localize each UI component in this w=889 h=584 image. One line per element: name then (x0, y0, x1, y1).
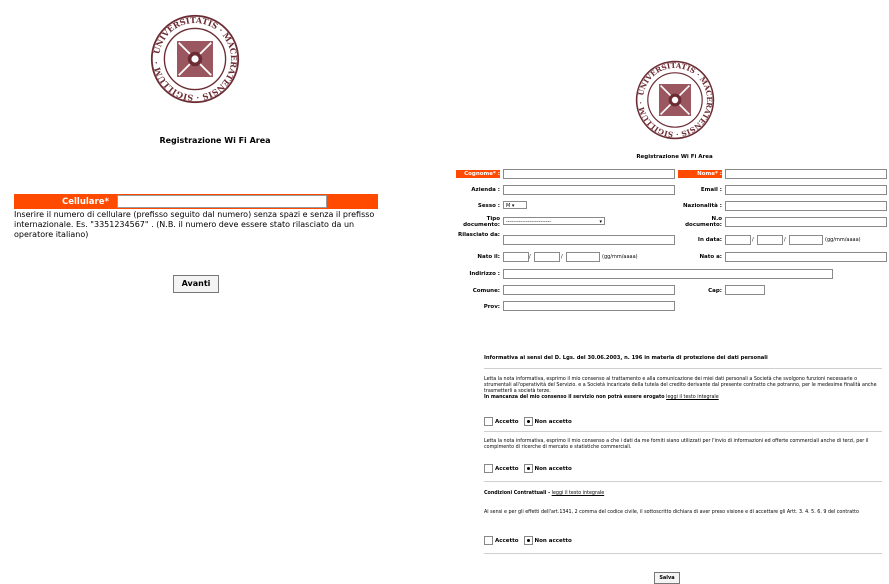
consent1-required-note: In mancanza del mio consenso il servizio… (484, 395, 665, 400)
read-full-text-link[interactable]: leggi il testo integrale (666, 395, 719, 400)
nato-a-input[interactable] (725, 252, 887, 262)
university-seal-logo: UNIVERSITATIS · MACERATENSIS · SIGILLUM … (150, 14, 240, 104)
nazionalita-input[interactable] (725, 201, 887, 211)
form-title: Registrazione Wi Fi Area (636, 154, 713, 160)
next-button[interactable]: Avanti (173, 275, 219, 293)
save-button[interactable]: Salva (654, 572, 680, 584)
divider (484, 481, 882, 482)
cognome-label: Cognome* : (456, 170, 500, 178)
consent1-reject-radio[interactable] (523, 417, 533, 426)
conditions-radio-group: Accetto Non accetto (484, 536, 572, 545)
cap-label: Cap: (708, 288, 722, 294)
page-title: Registrazione Wi Fi Area (159, 136, 271, 145)
reject-label: Non accetto (534, 418, 572, 425)
date-separator: / (529, 254, 531, 260)
in-data-month-input[interactable] (757, 235, 783, 245)
email-label: Email : (700, 187, 722, 193)
date-format-hint: (gg/mm/aaaa) (602, 254, 638, 260)
azienda-input[interactable] (503, 185, 675, 195)
rilasciato-da-label: Rilasciato da: (457, 232, 500, 238)
in-data-label: In data: (697, 237, 722, 243)
tipo-documento-label: Tipo documento: (463, 216, 500, 228)
nato-il-year-input[interactable] (566, 252, 600, 262)
in-data-year-input[interactable] (789, 235, 823, 245)
privacy-notice-title: Informativa ai sensi del D. Lgs. del 30.… (484, 355, 768, 361)
cap-input[interactable] (725, 285, 765, 295)
conditions-heading: Condizioni Contrattuali - leggi il testo… (484, 491, 884, 497)
azienda-label: Azienda : (471, 187, 500, 193)
divider (484, 553, 882, 554)
nato-a-label: Nato a: (699, 254, 722, 260)
conditions-read-full-link[interactable]: leggi il testo integrale (552, 491, 605, 496)
sesso-value: M (506, 203, 511, 209)
reject-label: Non accetto (534, 537, 572, 544)
date-separator: / (752, 237, 754, 243)
n-documento-label: N.o documento: (685, 216, 722, 228)
indirizzo-input[interactable] (503, 269, 833, 279)
comune-label: Comune: (472, 288, 500, 294)
consent1-radio-group: Accetto Non accetto (484, 417, 572, 426)
phone-help-text: Inserire il numero di cellulare (prefiss… (14, 210, 375, 239)
nato-il-day-input[interactable] (503, 252, 529, 262)
date-separator: / (561, 254, 563, 260)
nome-label: Nome* : (678, 170, 722, 178)
consent1-text: Letta la nota informativa, esprimo il mi… (484, 377, 884, 401)
nato-il-label: Nato il: (477, 254, 500, 260)
rilasciato-da-input[interactable] (503, 235, 675, 245)
accept-label: Accetto (495, 465, 519, 472)
in-data-day-input[interactable] (725, 235, 751, 245)
reject-label: Non accetto (534, 465, 572, 472)
conditions-accept-radio[interactable] (484, 536, 493, 545)
prov-label: Prov: (483, 304, 500, 310)
phone-label: Cellulare* (62, 197, 109, 207)
nato-il-month-input[interactable] (534, 252, 560, 262)
comune-input[interactable] (503, 285, 675, 295)
divider (484, 368, 882, 369)
date-format-hint: (gg/mm/aaaa) (825, 237, 861, 243)
n-documento-input[interactable] (725, 217, 887, 227)
accept-label: Accetto (495, 418, 519, 425)
divider (484, 431, 882, 432)
date-separator: / (784, 237, 786, 243)
conditions-reject-radio[interactable] (523, 536, 533, 545)
tipo-documento-select[interactable]: ------------------------- ▾ (503, 217, 605, 225)
nome-input[interactable] (725, 169, 887, 179)
email-input[interactable] (725, 185, 887, 195)
nazionalita-label: Nazionalità : (682, 203, 722, 209)
phone-input[interactable] (117, 195, 327, 208)
sesso-select[interactable]: M ▾ (503, 201, 527, 209)
consent2-accept-radio[interactable] (484, 464, 493, 473)
consent2-text: Letta la nota informativa, esprimo il mi… (484, 439, 869, 450)
conditions-text: Ai sensi e per gli effetti dell'art.1341… (484, 510, 859, 515)
cognome-input[interactable] (503, 169, 675, 179)
indirizzo-label: Indirizzo : (469, 271, 500, 277)
consent2-radio-group: Accetto Non accetto (484, 464, 572, 473)
prov-input[interactable] (503, 301, 675, 311)
accept-label: Accetto (495, 537, 519, 544)
chevron-down-icon: ▾ (599, 219, 602, 225)
university-seal-logo-right: UNIVERSITATIS · MACERATENSIS · SIGILLUM … (635, 60, 715, 140)
sesso-label: Sesso : (477, 203, 500, 209)
chevron-down-icon: ▾ (511, 203, 515, 209)
conditions-title: Condizioni Contrattuali - (484, 491, 551, 496)
consent1-accept-radio[interactable] (484, 417, 493, 426)
consent2-reject-radio[interactable] (523, 464, 533, 473)
consent1-body: Letta la nota informativa, esprimo il mi… (484, 377, 877, 394)
tipo-documento-value: ------------------------- (506, 219, 552, 225)
